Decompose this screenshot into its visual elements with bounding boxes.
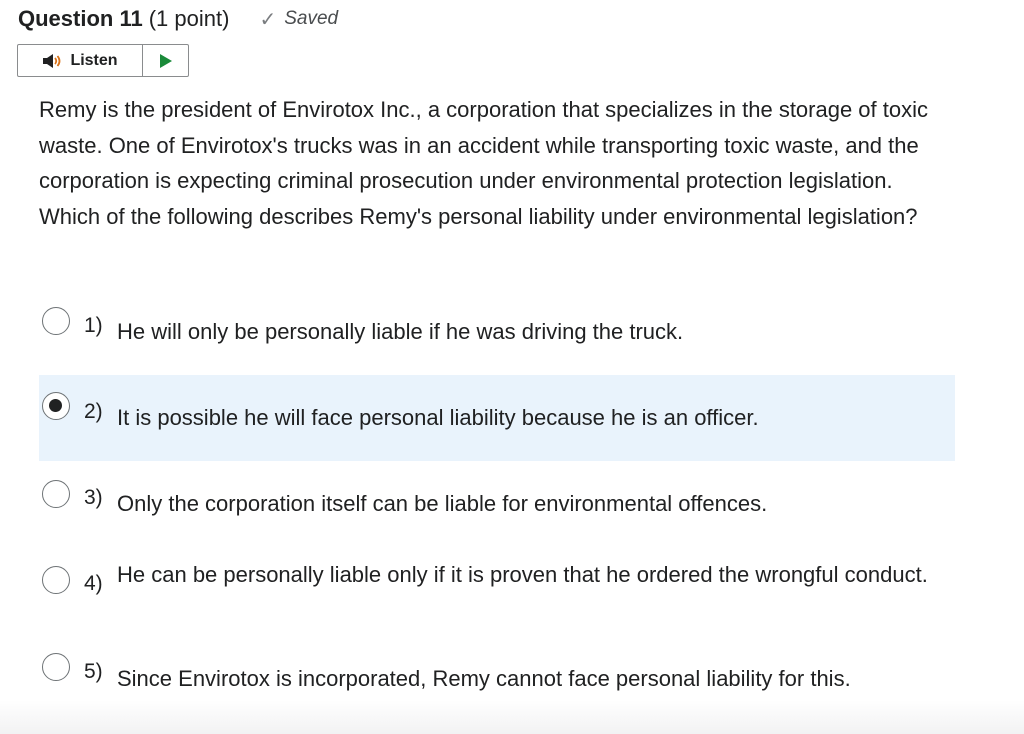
answer-option-1[interactable]: 1) He will only be personally liable if …	[39, 292, 955, 362]
option-number: 2)	[84, 400, 103, 423]
bottom-shadow	[0, 700, 1024, 734]
question-header: Question 11 (1 point) ✓ Saved	[18, 4, 338, 34]
save-status-label: Saved	[284, 8, 339, 29]
option-number: 1)	[84, 314, 103, 337]
radio-button[interactable]	[42, 307, 70, 335]
answer-option-2[interactable]: 2) It is possible he will face personal …	[39, 375, 955, 461]
radio-button[interactable]	[42, 566, 70, 594]
answer-option-4[interactable]: 4) He can be personally liable only if i…	[39, 555, 955, 635]
question-text: Remy is the president of Envirotox Inc.,…	[39, 97, 929, 229]
option-number: 4)	[84, 572, 103, 595]
answer-option-3[interactable]: 3) Only the corporation itself can be li…	[39, 468, 955, 538]
play-button[interactable]	[143, 45, 188, 76]
option-number: 5)	[84, 660, 103, 683]
radio-button[interactable]	[42, 653, 70, 681]
listen-button[interactable]: Listen	[18, 45, 143, 76]
option-text: It is possible he will face personal lia…	[117, 405, 759, 430]
quiz-page: Question 11 (1 point) ✓ Saved Listen Rem…	[0, 0, 1024, 734]
question-points: (1 point)	[148, 6, 230, 31]
speaker-icon	[43, 53, 61, 68]
save-status: ✓ Saved	[259, 7, 338, 32]
option-text: He can be personally liable only if it i…	[117, 562, 928, 587]
answer-option-5[interactable]: 5) Since Envirotox is incorporated, Remy…	[39, 643, 955, 703]
check-icon: ✓	[259, 8, 277, 31]
option-number: 3)	[84, 486, 103, 509]
radio-button-selected[interactable]	[42, 392, 70, 420]
radio-button[interactable]	[42, 480, 70, 508]
play-icon	[159, 53, 172, 68]
question-number: Question 11	[18, 6, 143, 31]
option-text: Only the corporation itself can be liabl…	[117, 491, 768, 516]
listen-label: Listen	[70, 51, 118, 69]
listen-control: Listen	[17, 44, 189, 77]
option-text: He will only be personally liable if he …	[117, 319, 684, 344]
option-text: Since Envirotox is incorporated, Remy ca…	[117, 666, 851, 691]
